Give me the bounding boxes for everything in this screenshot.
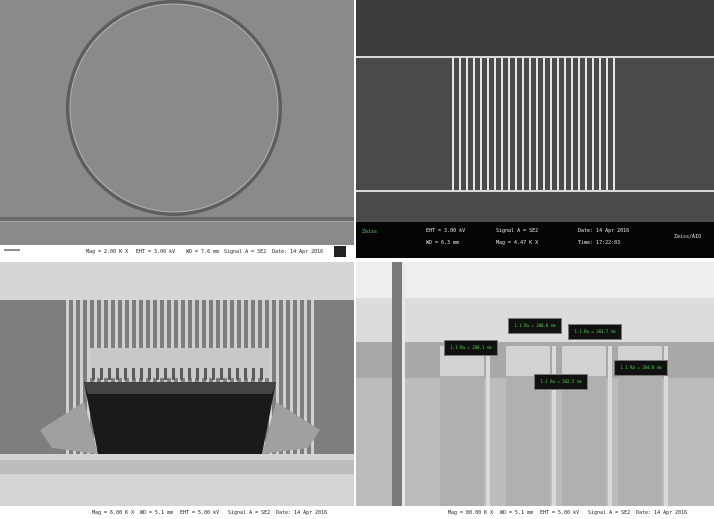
grating-line bbox=[529, 58, 531, 190]
grating-line bbox=[613, 58, 615, 190]
sem-xs-mag: Mag = 80.00 K X bbox=[448, 510, 494, 516]
trench-tooth bbox=[100, 368, 103, 380]
grating-line bbox=[466, 58, 468, 190]
trench-tooth bbox=[124, 368, 127, 380]
sem-cross-section-panel: 1.1 Ra = 208.1 nm 1.1 Ra = 200.0 nm 1.1 … bbox=[356, 262, 714, 519]
sem-trench-date: Date: 14 Apr 2016 bbox=[276, 510, 328, 516]
grating-line bbox=[599, 58, 601, 190]
measurement-label: 1.1 Ra = 204.8 nm bbox=[614, 360, 668, 376]
sem-grating-image bbox=[356, 0, 714, 258]
sem-xs-wd: WD = 5.1 mm bbox=[500, 510, 534, 516]
sem-grating-signal: Signal A = SE2 bbox=[496, 228, 539, 234]
grating-line bbox=[487, 58, 489, 190]
cross-section-gap bbox=[486, 346, 490, 506]
grating-line bbox=[543, 58, 545, 190]
sem-image-grid: Mag = 2.00 K X EHT = 3.00 kV WD = 7.6 mm… bbox=[0, 0, 714, 519]
cross-section-gap bbox=[552, 346, 556, 506]
sem-fib-trench-image bbox=[0, 262, 354, 519]
sem-grating-wd: WD = 6.3 mm bbox=[426, 240, 460, 246]
sem-trench-signal: Signal A = SE2 bbox=[228, 510, 271, 516]
grating-line bbox=[515, 58, 517, 190]
sem-grating-date: Date: 14 Apr 2016 bbox=[578, 228, 630, 234]
sem-ring-signal: Signal A = SE2 bbox=[224, 249, 267, 255]
sem-xs-date: Date: 14 Apr 2016 bbox=[636, 510, 688, 516]
sem-trench-mag: Mag = 6.00 K X bbox=[92, 510, 135, 516]
trench-tooth bbox=[164, 368, 167, 380]
cross-section-fin-base bbox=[440, 376, 484, 506]
measurement-label: 1.1 Ra = 202.5 nm bbox=[534, 374, 588, 390]
grating-line bbox=[459, 58, 461, 190]
trench-tooth bbox=[108, 368, 111, 380]
measurement-label: 1.1 Ra = 203.7 nm bbox=[568, 324, 622, 340]
grating-line bbox=[578, 58, 580, 190]
grating-line bbox=[571, 58, 573, 190]
cross-section-fin bbox=[562, 346, 606, 376]
sem-xs-signal: Signal A = SE2 bbox=[588, 510, 631, 516]
grating-line bbox=[480, 58, 482, 190]
trench-tooth bbox=[116, 368, 119, 380]
grating-line bbox=[536, 58, 538, 190]
trench-tooth bbox=[236, 368, 239, 380]
sem-ring-image bbox=[0, 0, 354, 258]
grating-line bbox=[508, 58, 510, 190]
sem-ring-eht: EHT = 3.00 kV bbox=[136, 249, 176, 255]
sem-trench-eht: EHT = 5.00 kV bbox=[180, 510, 220, 516]
trench-tooth bbox=[172, 368, 175, 380]
trench-tooth bbox=[140, 368, 143, 380]
sem-fib-trench-panel: Mag = 6.00 K X WD = 5.1 mm EHT = 5.00 kV… bbox=[0, 262, 354, 519]
sem-grating-brand: Zeiss/AIO bbox=[674, 234, 702, 240]
sem-ring-panel: Mag = 2.00 K X EHT = 3.00 kV WD = 7.6 mm… bbox=[0, 0, 354, 258]
cross-section-fin bbox=[506, 346, 550, 376]
trench-tooth bbox=[180, 368, 183, 380]
cross-section-fin-base bbox=[618, 376, 662, 506]
cross-section-fin-base bbox=[562, 376, 606, 506]
sem-ring-date: Date: 14 Apr 2016 bbox=[272, 249, 324, 255]
grating-line bbox=[473, 58, 475, 190]
sem-xs-eht: EHT = 5.00 kV bbox=[540, 510, 580, 516]
trench-tooth bbox=[204, 368, 207, 380]
grating-line bbox=[522, 58, 524, 190]
zeiss-logo: Zeiss bbox=[362, 229, 378, 235]
trench-tooth bbox=[220, 368, 223, 380]
trench-tooth bbox=[92, 368, 95, 380]
sem-grating-panel: Zeiss EHT = 3.00 kV Signal A = SE2 Date:… bbox=[356, 0, 714, 258]
trench-tooth bbox=[212, 368, 215, 380]
trench-tooth bbox=[156, 368, 159, 380]
trench-tooth bbox=[244, 368, 247, 380]
grating-line bbox=[550, 58, 552, 190]
sem-trench-wd: WD = 5.1 mm bbox=[140, 510, 174, 516]
grating-line bbox=[557, 58, 559, 190]
trench-tooth bbox=[196, 368, 199, 380]
grating-line bbox=[592, 58, 594, 190]
grating-line bbox=[606, 58, 608, 190]
trench-tooth bbox=[148, 368, 151, 380]
grating-line bbox=[494, 58, 496, 190]
grating-line bbox=[585, 58, 587, 190]
grating-line bbox=[452, 58, 454, 190]
cross-section-fin-base bbox=[506, 376, 550, 506]
grating-line bbox=[501, 58, 503, 190]
grating-line bbox=[564, 58, 566, 190]
sem-ring-wd: WD = 7.6 mm bbox=[186, 249, 220, 255]
sem-ring-mag: Mag = 2.00 K X bbox=[86, 249, 129, 255]
sem-grating-time: Time: 17:22:03 bbox=[578, 240, 621, 246]
sem-cross-section-image bbox=[356, 262, 714, 519]
sem-grating-mag: Mag = 4.47 K X bbox=[496, 240, 539, 246]
trench-tooth bbox=[252, 368, 255, 380]
trench-tooth bbox=[132, 368, 135, 380]
sem-grating-eht: EHT = 3.00 kV bbox=[426, 228, 466, 234]
trench-tooth bbox=[188, 368, 191, 380]
cross-section-gap bbox=[608, 346, 612, 506]
trench-tooth bbox=[228, 368, 231, 380]
trench-tooth bbox=[260, 368, 263, 380]
measurement-label: 1.1 Ra = 208.1 nm bbox=[444, 340, 498, 356]
measurement-label: 1.1 Ra = 200.0 nm bbox=[508, 318, 562, 334]
